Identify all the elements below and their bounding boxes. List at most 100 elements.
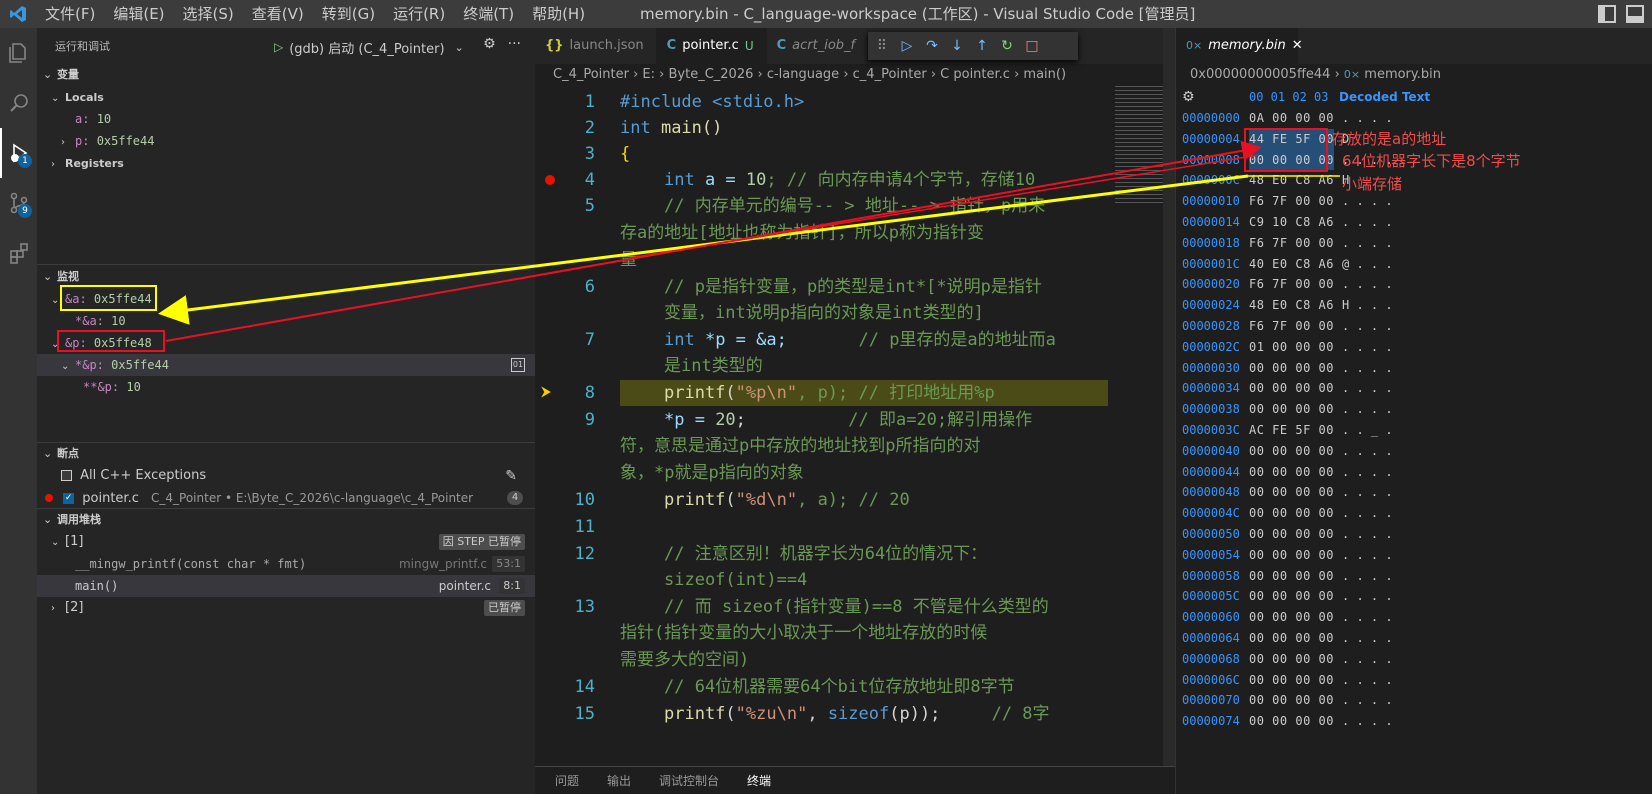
more-icon[interactable]: ··· bbox=[508, 36, 521, 52]
restart-icon[interactable]: ↻ bbox=[999, 38, 1015, 54]
hex-decoded-text[interactable]: . . . . bbox=[1342, 711, 1393, 732]
hex-row[interactable]: 00000060 00 00 00 00 . . . . bbox=[1176, 607, 1652, 628]
hex-row[interactable]: 00000074 00 00 00 00 . . . . bbox=[1176, 711, 1652, 732]
continue-icon[interactable]: ▷ bbox=[899, 38, 915, 54]
hex-decoded-text[interactable]: . . . . bbox=[1342, 545, 1393, 566]
hex-bytes[interactable]: F6 7F 00 00 bbox=[1249, 316, 1334, 337]
source-control-icon[interactable]: 9 bbox=[0, 178, 37, 228]
step-into-icon[interactable]: ↓ bbox=[949, 38, 965, 54]
hex-bytes[interactable]: 00 00 00 00 bbox=[1249, 607, 1334, 628]
hex-bytes[interactable]: 00 00 00 00 bbox=[1249, 586, 1334, 607]
hex-decoded-text[interactable]: . . . . bbox=[1342, 690, 1393, 711]
hex-bytes[interactable]: F6 7F 00 00 bbox=[1249, 233, 1334, 254]
hex-decoded-text[interactable]: . . . . bbox=[1342, 399, 1393, 420]
thread-1[interactable]: ⌄ [1] 因 STEP 已暂停 bbox=[37, 531, 535, 553]
hex-breadcrumb[interactable]: 0x00000000005ffe44 › 0× memory.bin bbox=[1176, 64, 1652, 86]
hex-decoded-text[interactable]: . . . . bbox=[1342, 378, 1393, 399]
tab-pointer-c[interactable]: Cpointer.c U bbox=[656, 28, 767, 64]
hex-row[interactable]: 0000002C 01 00 00 00 . . . . bbox=[1176, 337, 1652, 358]
hex-bytes[interactable]: 00 00 00 00 bbox=[1249, 711, 1334, 732]
hex-decoded-text[interactable]: . . . . bbox=[1342, 316, 1393, 337]
hex-row[interactable]: 0000003C AC FE 5F 00 . . _ . bbox=[1176, 420, 1652, 441]
hex-decoded-text[interactable]: . . . . bbox=[1342, 191, 1393, 212]
hex-decoded-text[interactable]: . . . . bbox=[1342, 233, 1393, 254]
hex-decoded-text[interactable]: . . . . bbox=[1342, 482, 1393, 503]
chevron-down-icon[interactable]: ⌄ bbox=[455, 41, 464, 54]
code-area[interactable]: ⮞ 1 2 3 4 5 6 7 8 9 10 11 12 13 14 15 #i… bbox=[535, 86, 1175, 766]
hex-row[interactable]: 00000054 00 00 00 00 . . . . bbox=[1176, 545, 1652, 566]
tab-output[interactable]: 输出 bbox=[607, 772, 631, 789]
hex-bytes[interactable]: 00 00 00 00 bbox=[1249, 628, 1334, 649]
hex-bytes[interactable]: 00 00 00 00 bbox=[1249, 503, 1334, 524]
gear-icon[interactable]: ⚙ bbox=[483, 36, 496, 52]
hex-bytes[interactable]: 00 00 00 00 bbox=[1249, 545, 1334, 566]
hex-decoded-text[interactable]: . . . . bbox=[1342, 212, 1393, 233]
hex-decoded-text[interactable]: . . . . bbox=[1342, 628, 1393, 649]
drag-handle-icon[interactable]: ⠿ bbox=[874, 38, 890, 54]
hex-decoded-text[interactable]: H . . . bbox=[1342, 295, 1393, 316]
menu-go[interactable]: 转到(G) bbox=[313, 0, 384, 28]
hex-bytes[interactable]: 00 00 00 00 bbox=[1249, 441, 1334, 462]
toggle-sidebar-icon[interactable] bbox=[1598, 5, 1616, 23]
hex-row[interactable]: 00000040 00 00 00 00 . . . . bbox=[1176, 441, 1652, 462]
minimap[interactable] bbox=[1115, 86, 1163, 206]
breakpoint-item[interactable]: ✓ pointer.c C_4_Pointer • E:\Byte_C_2026… bbox=[37, 487, 535, 509]
menu-file[interactable]: 文件(F) bbox=[36, 0, 104, 28]
thread-2[interactable]: › [2] 已暂停 bbox=[37, 597, 535, 619]
menu-terminal[interactable]: 终端(T) bbox=[454, 0, 523, 28]
hex-decoded-text[interactable]: . . . . bbox=[1342, 607, 1393, 628]
hex-decoded-text[interactable]: . . . . bbox=[1342, 566, 1393, 587]
stack-frame-main[interactable]: main() pointer.c 8:1 bbox=[37, 575, 535, 597]
menu-help[interactable]: 帮助(H) bbox=[523, 0, 594, 28]
search-icon[interactable] bbox=[0, 78, 37, 128]
editor-scrollbar[interactable] bbox=[1163, 28, 1175, 794]
hex-row[interactable]: 00000024 48 E0 C8 A6 H . . . bbox=[1176, 295, 1652, 316]
breadcrumb[interactable]: C_4_Pointer › E: › Byte_C_2026 › c-langu… bbox=[535, 64, 1175, 86]
hex-row[interactable]: 00000048 00 00 00 00 . . . . bbox=[1176, 482, 1652, 503]
hex-bytes[interactable]: 00 00 00 00 bbox=[1249, 690, 1334, 711]
hex-decoded-text[interactable]: . . . . bbox=[1342, 670, 1393, 691]
gear-icon[interactable]: ⚙ bbox=[1182, 86, 1195, 108]
close-icon[interactable]: ✕ bbox=[1292, 28, 1303, 64]
hex-bytes[interactable]: 00 00 00 00 bbox=[1249, 670, 1334, 691]
hex-decoded-text[interactable]: . . . . bbox=[1342, 274, 1393, 295]
hex-bytes[interactable]: C9 10 C8 A6 bbox=[1249, 212, 1334, 233]
checkbox-checked[interactable]: ✓ bbox=[63, 493, 75, 504]
hex-bytes[interactable]: 0A 00 00 00 bbox=[1249, 108, 1334, 129]
hex-decoded-text[interactable]: . . _ . bbox=[1342, 420, 1393, 441]
debug-config-select[interactable]: ▷ (gdb) 启动 (C_4_Pointer) ⌄ bbox=[274, 36, 470, 58]
explorer-icon[interactable] bbox=[0, 28, 37, 78]
hex-row[interactable]: 00000020 F6 7F 00 00 . . . . bbox=[1176, 274, 1652, 295]
hex-bytes[interactable]: 00 00 00 00 bbox=[1249, 482, 1334, 503]
stack-frame-mingw-printf[interactable]: __mingw_printf(const char * fmt) mingw_p… bbox=[37, 553, 535, 575]
extensions-icon[interactable] bbox=[0, 228, 37, 278]
menu-view[interactable]: 查看(V) bbox=[243, 0, 313, 28]
hex-row[interactable]: 00000058 00 00 00 00 . . . . bbox=[1176, 566, 1652, 587]
hex-row[interactable]: 00000068 00 00 00 00 . . . . bbox=[1176, 649, 1652, 670]
hex-decoded-text[interactable]: . . . . bbox=[1342, 441, 1393, 462]
view-binary-icon[interactable]: 01 bbox=[511, 358, 525, 372]
hex-bytes[interactable]: 01 00 00 00 bbox=[1249, 337, 1334, 358]
toggle-panel-icon[interactable] bbox=[1626, 5, 1644, 23]
tab-acrt-iob[interactable]: Cacrt_iob_f bbox=[767, 28, 869, 64]
hex-decoded-text[interactable]: . . . . bbox=[1342, 649, 1393, 670]
menu-selection[interactable]: 选择(S) bbox=[174, 0, 243, 28]
hex-bytes[interactable]: 00 00 00 00 bbox=[1249, 358, 1334, 379]
hex-decoded-text[interactable]: . . . . bbox=[1342, 503, 1393, 524]
tab-launch-json[interactable]: {} launch.json bbox=[535, 28, 657, 64]
hex-row[interactable]: 00000030 00 00 00 00 . . . . bbox=[1176, 358, 1652, 379]
hex-rows[interactable]: 00000000 0A 00 00 00. . . . 00000004 44 FE … bbox=[1176, 108, 1652, 748]
hex-bytes[interactable]: 40 E0 C8 A6 bbox=[1249, 254, 1334, 275]
step-over-icon[interactable]: ↷ bbox=[924, 38, 940, 54]
hex-row[interactable]: 00000018 F6 7F 00 00 . . . . bbox=[1176, 233, 1652, 254]
hex-decoded-text[interactable]: . . . . bbox=[1342, 337, 1393, 358]
step-out-icon[interactable]: ↑ bbox=[974, 38, 990, 54]
start-debug-icon[interactable]: ▷ bbox=[274, 40, 283, 54]
hex-bytes[interactable]: 00 00 00 00 bbox=[1249, 566, 1334, 587]
hex-decoded-text[interactable]: . . . . bbox=[1342, 462, 1393, 483]
checkbox[interactable] bbox=[61, 470, 72, 481]
hex-row[interactable]: 0000001C 40 E0 C8 A6 @ . . . bbox=[1176, 254, 1652, 275]
hex-row[interactable]: 0000000C 48 E0 C8 A6 H bbox=[1176, 170, 1652, 191]
edit-icon[interactable]: ✎ bbox=[505, 465, 517, 487]
hex-decoded-text[interactable]: . . . . bbox=[1342, 358, 1393, 379]
